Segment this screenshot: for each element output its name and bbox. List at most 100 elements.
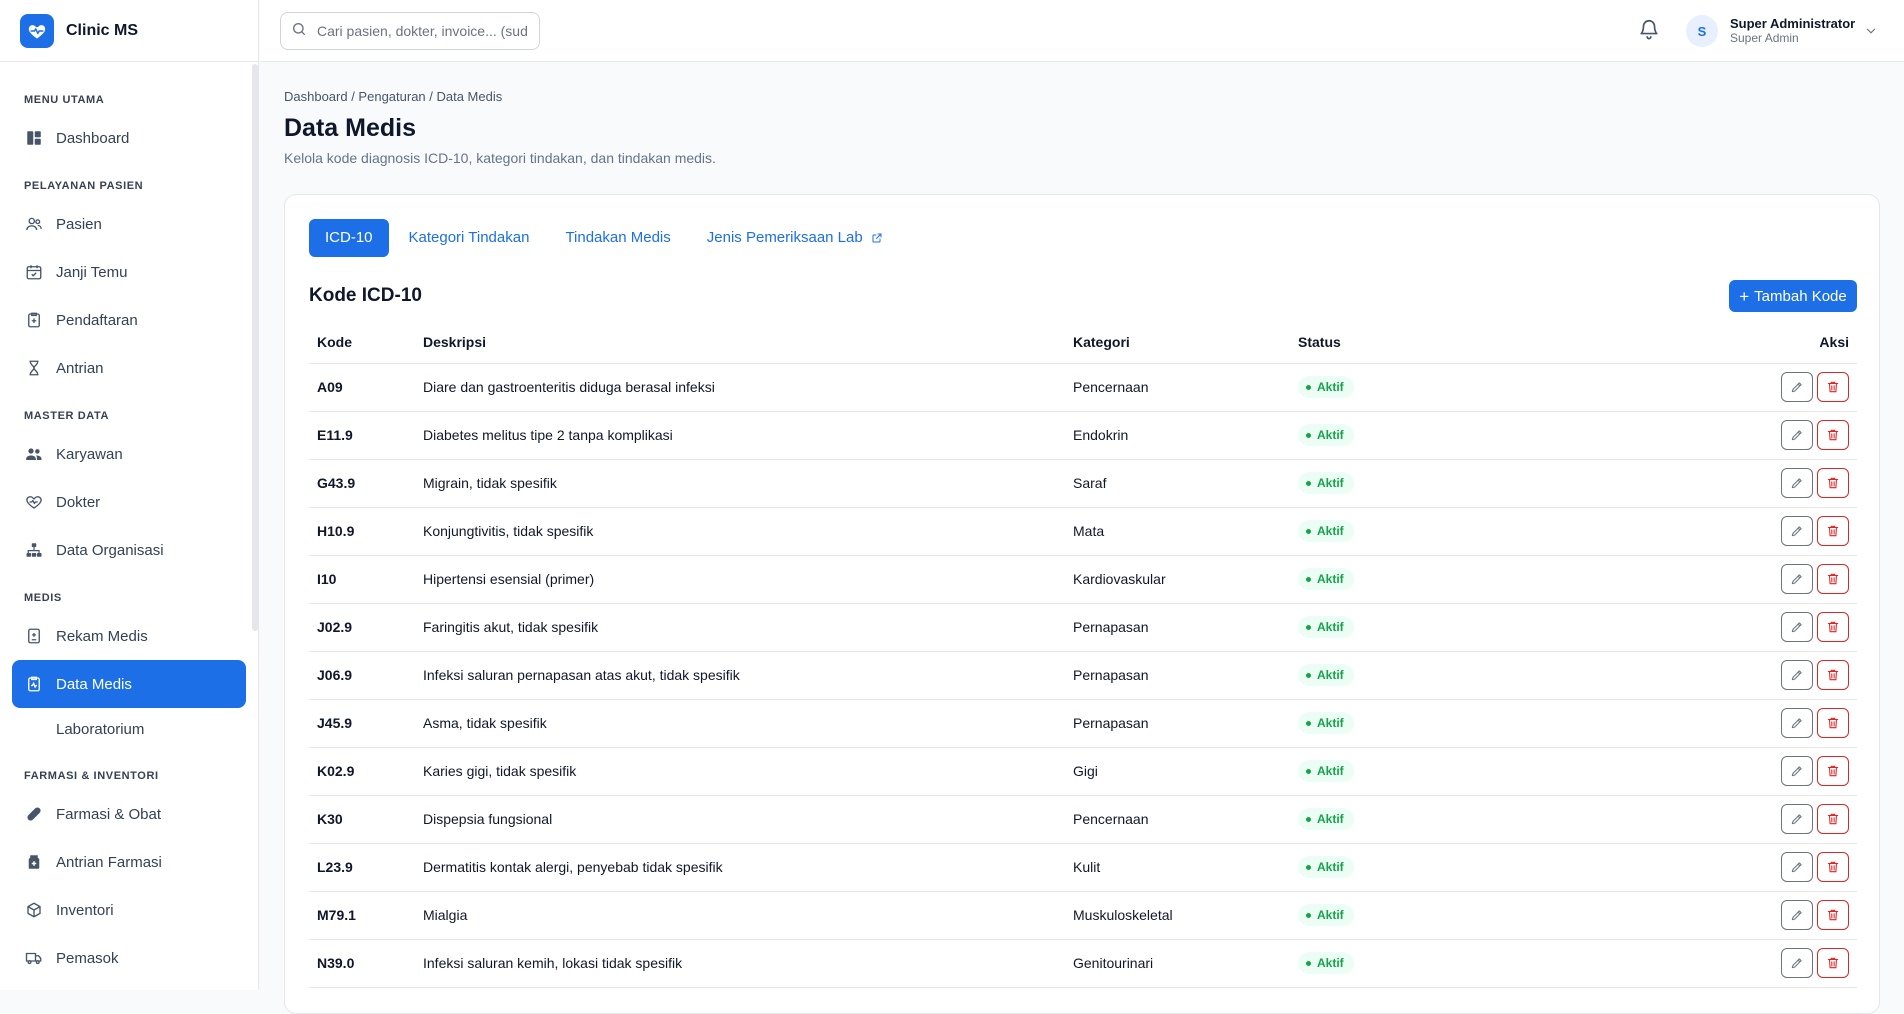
header-aksi: Aksi xyxy=(1490,321,1857,364)
sidebar-item-dokter[interactable]: Dokter xyxy=(12,478,246,526)
delete-button[interactable] xyxy=(1817,468,1849,498)
sidebar-item-label: Antrian Farmasi xyxy=(56,853,162,871)
cell-aksi xyxy=(1490,891,1857,940)
medical-record-icon xyxy=(24,626,44,646)
edit-button[interactable] xyxy=(1781,420,1813,450)
delete-button[interactable] xyxy=(1817,564,1849,594)
sidebar-item-pasien[interactable]: Pasien xyxy=(12,200,246,248)
edit-button[interactable] xyxy=(1781,516,1813,546)
user-role: Super Admin xyxy=(1730,31,1799,45)
delete-button[interactable] xyxy=(1817,708,1849,738)
tab-icd-10[interactable]: ICD-10 xyxy=(309,219,389,257)
edit-button[interactable] xyxy=(1781,612,1813,642)
pencil-icon xyxy=(1790,572,1804,586)
delete-button[interactable] xyxy=(1817,660,1849,690)
tab-tindakan-medis[interactable]: Tindakan Medis xyxy=(549,219,686,257)
edit-button[interactable] xyxy=(1781,900,1813,930)
sidebar-item-antrian-farmasi[interactable]: Antrian Farmasi xyxy=(12,838,246,886)
sidebar-item-dashboard[interactable]: Dashboard xyxy=(12,114,246,162)
status-label: Aktif xyxy=(1317,428,1344,442)
delete-button[interactable] xyxy=(1817,804,1849,834)
cell-aksi xyxy=(1490,363,1857,412)
bell-icon[interactable] xyxy=(1638,18,1662,42)
sidebar-item-janji-temu[interactable]: Janji Temu xyxy=(12,248,246,296)
tab-kategori-tindakan[interactable]: Kategori Tindakan xyxy=(393,219,546,257)
sidebar-item-pendaftaran[interactable]: Pendaftaran xyxy=(12,296,246,344)
sidebar-item-karyawan[interactable]: Karyawan xyxy=(12,430,246,478)
cell-deskripsi: Dermatitis kontak alergi, penyebab tidak… xyxy=(415,843,1065,892)
cell-kode: K30 xyxy=(309,795,415,844)
edit-button[interactable] xyxy=(1781,756,1813,786)
edit-button[interactable] xyxy=(1781,804,1813,834)
edit-button[interactable] xyxy=(1781,948,1813,978)
add-code-button[interactable]: + Tambah Kode xyxy=(1729,280,1857,312)
delete-button[interactable] xyxy=(1817,516,1849,546)
sidebar-scrollbar[interactable] xyxy=(252,64,258,631)
edit-button[interactable] xyxy=(1781,660,1813,690)
trash-icon xyxy=(1826,812,1840,826)
tab-jenis-pemeriksaan-lab[interactable]: Jenis Pemeriksaan Lab xyxy=(691,219,899,257)
user-menu[interactable]: Super Administrator Super Admin xyxy=(1730,17,1855,46)
edit-button[interactable] xyxy=(1781,708,1813,738)
external-link-icon xyxy=(871,232,883,244)
status-label: Aktif xyxy=(1317,668,1344,682)
sidebar-item-inventori[interactable]: Inventori xyxy=(12,886,246,934)
delete-button[interactable] xyxy=(1817,900,1849,930)
status-dot-icon xyxy=(1306,528,1311,534)
cell-status: Aktif xyxy=(1290,459,1490,508)
tab-label: ICD-10 xyxy=(325,229,373,246)
cell-aksi xyxy=(1490,555,1857,604)
trash-icon xyxy=(1826,476,1840,490)
delete-button[interactable] xyxy=(1817,372,1849,402)
tab-bar: ICD-10 Kategori Tindakan Tindakan Medis Jen… xyxy=(309,219,903,257)
search-input[interactable] xyxy=(317,23,527,39)
sidebar-item-rekam-medis[interactable]: Rekam Medis xyxy=(12,612,246,660)
sidebar-section-title: MEDIS xyxy=(24,592,62,604)
header-deskripsi[interactable]: Deskripsi xyxy=(415,321,1065,364)
status-dot-icon xyxy=(1306,816,1311,822)
status-badge: Aktif xyxy=(1298,904,1354,926)
status-label: Aktif xyxy=(1317,476,1344,490)
sidebar-item-pemasok[interactable]: Pemasok xyxy=(12,934,246,982)
delete-button[interactable] xyxy=(1817,852,1849,882)
status-label: Aktif xyxy=(1317,524,1344,538)
status-badge: Aktif xyxy=(1298,856,1354,878)
trash-icon xyxy=(1826,716,1840,730)
cell-deskripsi: Diare dan gastroenteritis diduga berasal… xyxy=(415,363,1065,412)
icd10-card: ICD-10 Kategori Tindakan Tindakan Medis Jen… xyxy=(284,194,1880,1014)
cell-kategori: Pernapasan xyxy=(1065,651,1290,700)
table-row: A09 Diare dan gastroenteritis diduga bera… xyxy=(309,363,1857,412)
sidebar-item-antrian[interactable]: Antrian xyxy=(12,344,246,392)
sidebar-item-laboratorium[interactable]: Laboratorium xyxy=(12,708,246,752)
cell-kode: J45.9 xyxy=(309,699,415,748)
edit-button[interactable] xyxy=(1781,468,1813,498)
trash-icon xyxy=(1826,380,1840,394)
cell-deskripsi: Konjungtivitis, tidak spesifik xyxy=(415,507,1065,556)
search-box[interactable] xyxy=(280,12,540,50)
chevron-down-icon[interactable] xyxy=(1864,24,1878,42)
heart-logo-icon xyxy=(20,13,54,48)
users-icon xyxy=(24,214,44,234)
cell-kategori: Kulit xyxy=(1065,843,1290,892)
delete-button[interactable] xyxy=(1817,420,1849,450)
header-status[interactable]: Status xyxy=(1290,321,1490,364)
sidebar-item-farmasi-obat[interactable]: Farmasi & Obat xyxy=(12,790,246,838)
calendar-icon xyxy=(24,262,44,282)
delete-button[interactable] xyxy=(1817,612,1849,642)
edit-button[interactable] xyxy=(1781,852,1813,882)
edit-button[interactable] xyxy=(1781,372,1813,402)
header-kode[interactable]: Kode xyxy=(309,321,415,364)
brand[interactable]: Clinic MS xyxy=(0,0,258,62)
delete-button[interactable] xyxy=(1817,948,1849,978)
header-kategori[interactable]: Kategori xyxy=(1065,321,1290,364)
delete-button[interactable] xyxy=(1817,756,1849,786)
pencil-icon xyxy=(1790,476,1804,490)
edit-button[interactable] xyxy=(1781,564,1813,594)
avatar[interactable]: S xyxy=(1686,15,1718,47)
sidebar-item-data-organisasi[interactable]: Data Organisasi xyxy=(12,526,246,574)
cell-status: Aktif xyxy=(1290,651,1490,700)
cell-kode: A09 xyxy=(309,363,415,412)
truck-icon xyxy=(24,948,44,968)
sidebar-item-data-medis[interactable]: Data Medis xyxy=(12,660,246,708)
status-label: Aktif xyxy=(1317,572,1344,586)
